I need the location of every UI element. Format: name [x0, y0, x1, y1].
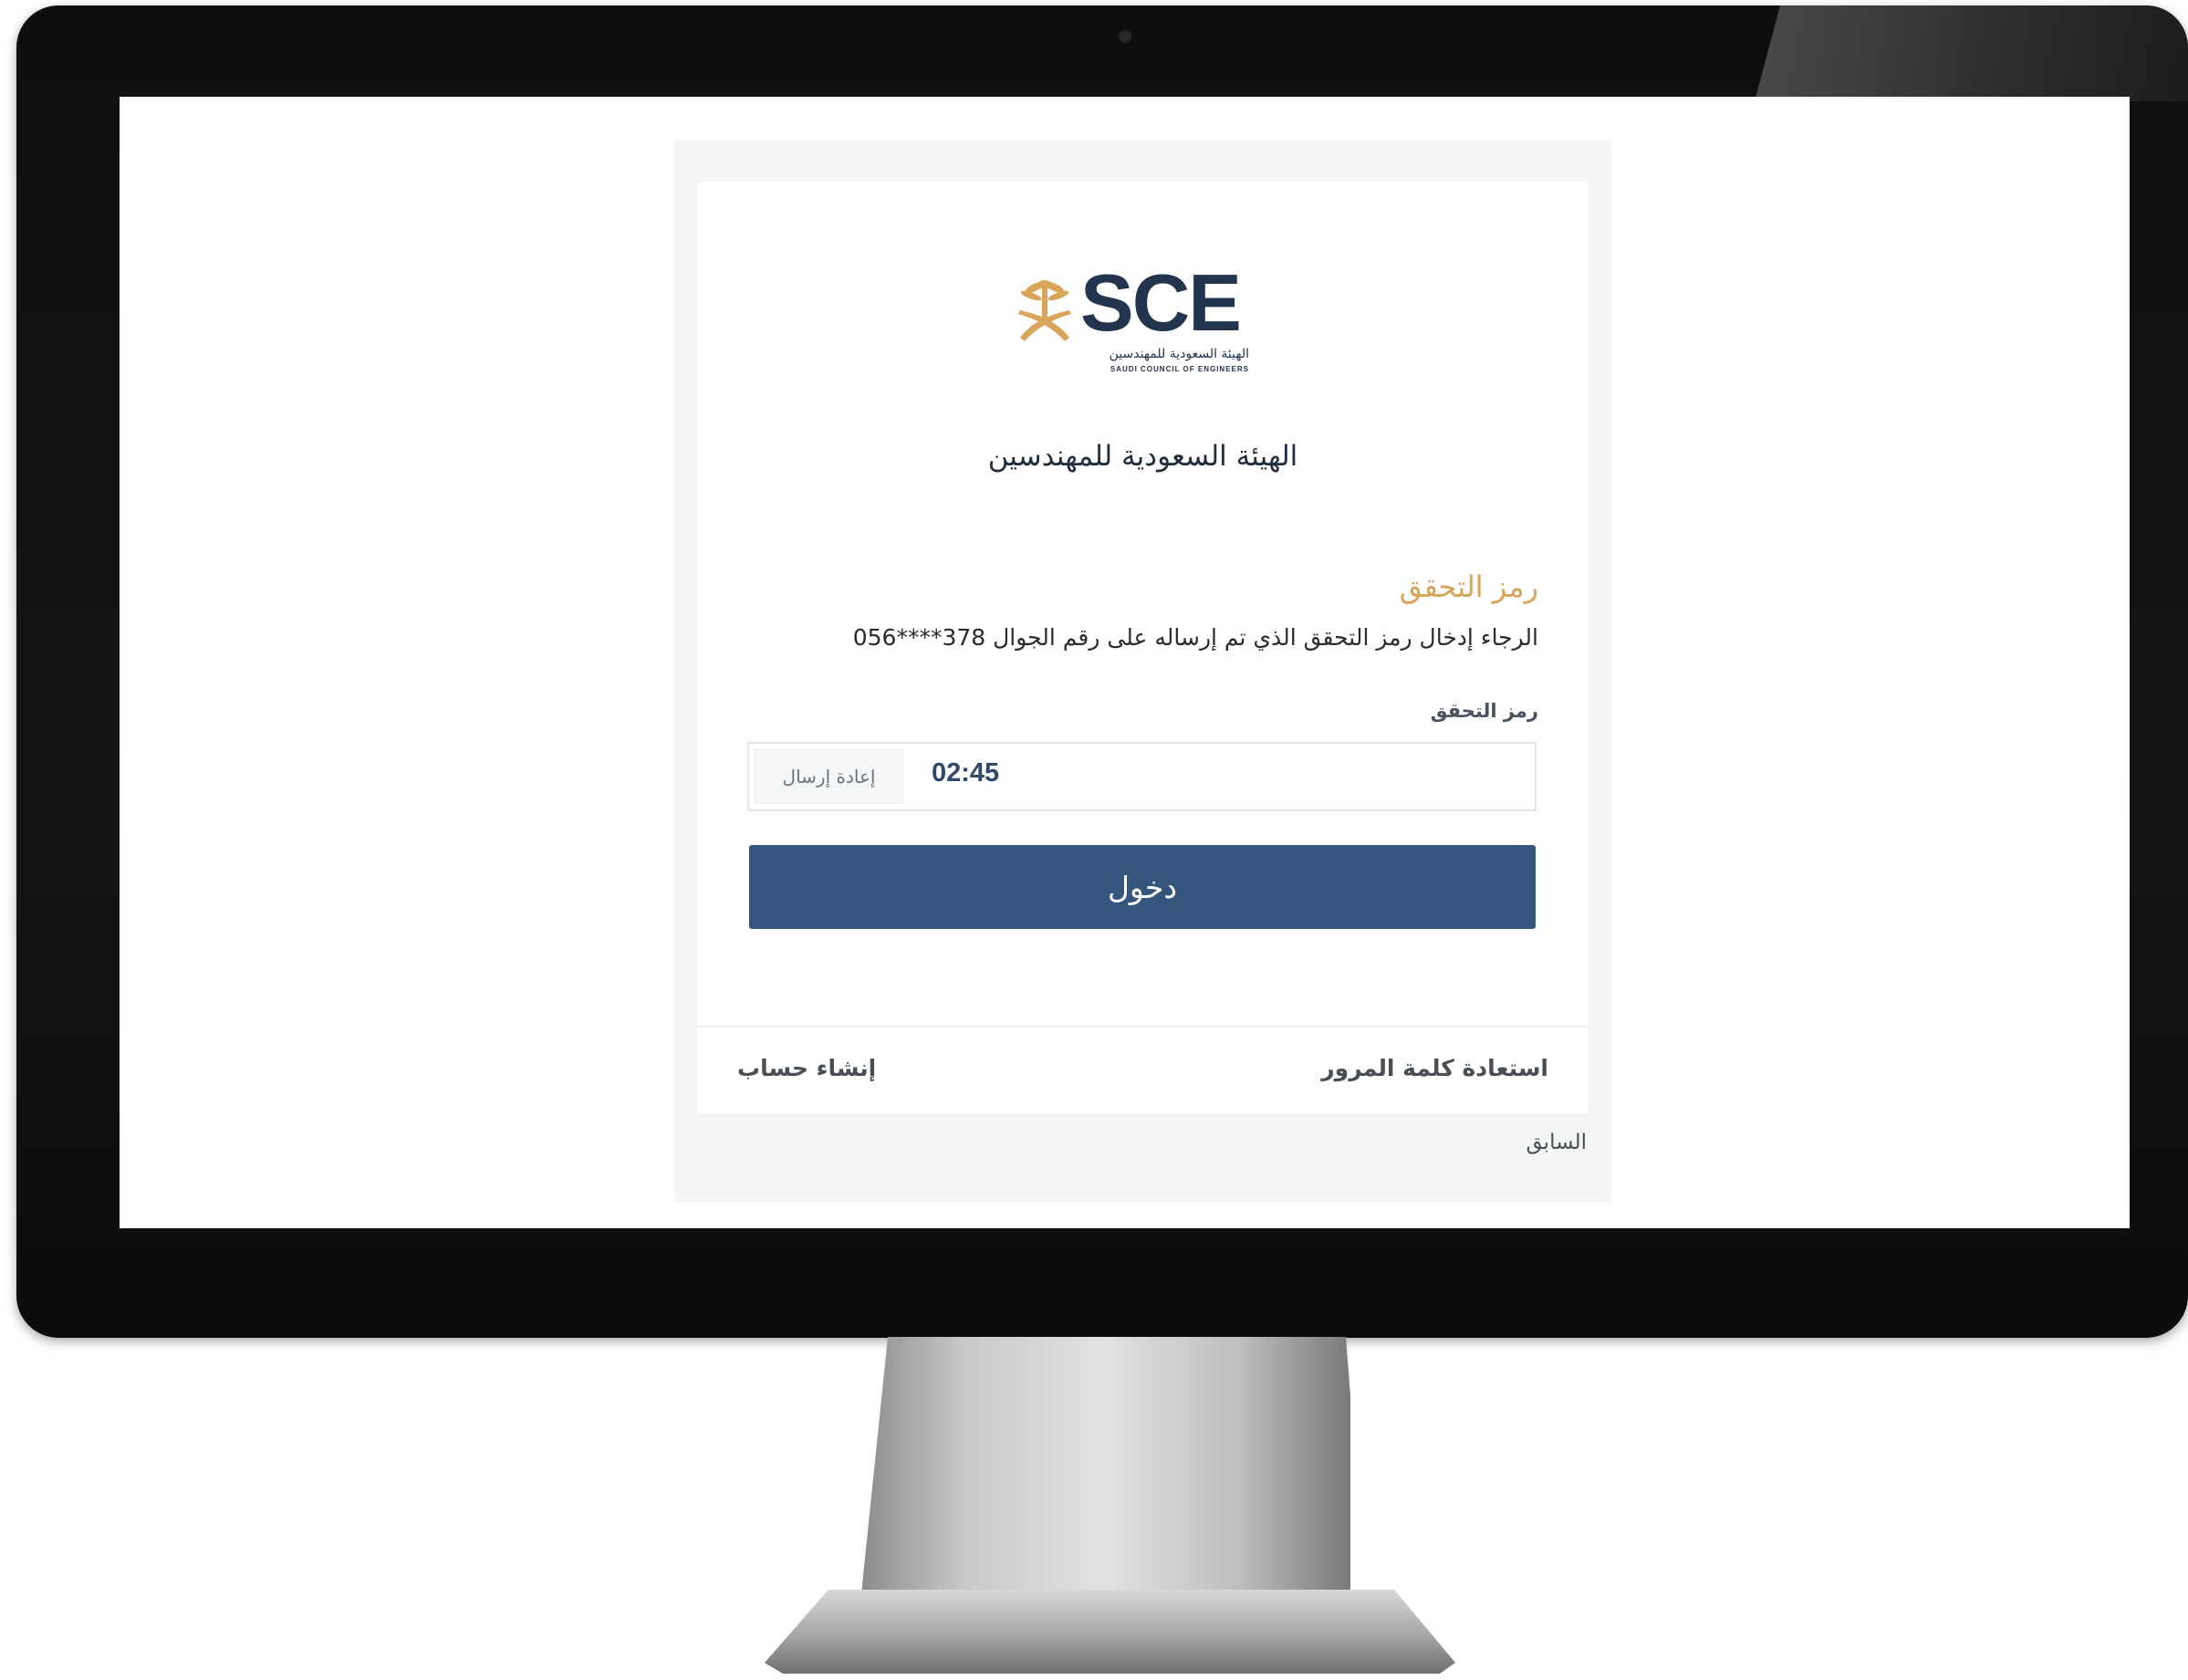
otp-field-label: رمز التحقق [1430, 700, 1538, 722]
login-button[interactable]: دخول [749, 845, 1536, 929]
resend-code-button[interactable]: إعادة إرسال [755, 749, 903, 804]
otp-card: SCE الهيئة السعودية للمهندسين SAUDI COUN… [697, 182, 1589, 1114]
monitor-bezel: SCE الهيئة السعودية للمهندسين SAUDI COUN… [16, 5, 2188, 1338]
monitor-stand-neck [858, 1337, 1350, 1629]
back-link[interactable]: السابق [1526, 1131, 1587, 1154]
monitor-screen: SCE الهيئة السعودية للمهندسين SAUDI COUN… [120, 97, 2130, 1228]
card-footer: استعادة كلمة المرور إنشاء حساب [697, 1026, 1589, 1114]
page-title: الهيئة السعودية للمهندسين [987, 440, 1298, 473]
create-account-link[interactable]: إنشاء حساب [737, 1055, 876, 1081]
logo-english-name: SAUDI COUNCIL OF ENGINEERS [1110, 365, 1249, 373]
monitor-stand-base [765, 1590, 1455, 1674]
otp-heading: رمز التحقق [1399, 569, 1538, 604]
recover-password-link[interactable]: استعادة كلمة المرور [1321, 1055, 1548, 1081]
countdown-timer: 02:45 [932, 758, 1000, 788]
otp-input[interactable] [1014, 749, 1528, 806]
otp-instruction: الرجاء إدخال رمز التحقق الذي تم إرساله ع… [852, 624, 1538, 651]
logo-wordmark: SCE [1080, 257, 1242, 348]
otp-input-group: إعادة إرسال 02:45 [747, 742, 1537, 811]
logo-arabic-name: الهيئة السعودية للمهندسين [1109, 347, 1249, 361]
palm-swords-emblem-icon [1018, 280, 1071, 341]
camera-icon [1118, 29, 1132, 44]
bezel-glare [1755, 5, 2188, 101]
login-page-panel: SCE الهيئة السعودية للمهندسين SAUDI COUN… [674, 141, 1611, 1202]
sce-logo: SCE الهيئة السعودية للمهندسين SAUDI COUN… [1016, 263, 1263, 378]
monitor-mockup: SCE الهيئة السعودية للمهندسين SAUDI COUN… [0, 0, 2188, 1680]
